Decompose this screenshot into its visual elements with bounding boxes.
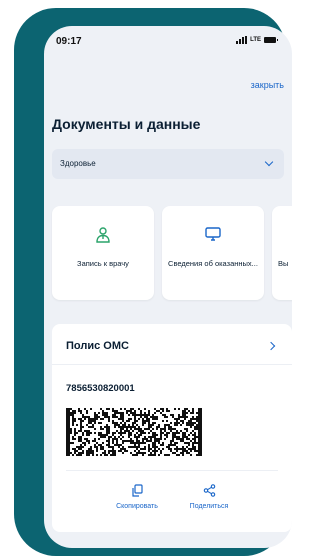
- oms-policy-title[interactable]: Полис ОМС: [66, 340, 129, 352]
- close-link[interactable]: закрыть: [251, 80, 284, 90]
- card-partial[interactable]: Вы: [272, 206, 292, 300]
- copy-button[interactable]: Скопировать: [102, 484, 172, 510]
- card-label: Вы: [278, 259, 289, 268]
- system-icons: LTE: [236, 36, 278, 44]
- card-label: Запись к врачу: [77, 259, 129, 268]
- share-label: Поделиться: [189, 503, 229, 510]
- copy-label: Скопировать: [116, 503, 158, 510]
- phone-frame: 09:17 LTE закрыть Документы и данные Здо…: [14, 8, 292, 556]
- battery-icon: [264, 37, 278, 43]
- card-doctor-appointment[interactable]: Запись к врачу: [52, 206, 154, 300]
- status-time: 09:17: [56, 36, 82, 47]
- category-select-value: Здоровье: [60, 159, 96, 168]
- services-carousel: Запись к врачу Сведения об оказанных... …: [52, 206, 292, 300]
- share-button[interactable]: Поделиться: [174, 484, 244, 510]
- barcode-image: [66, 408, 202, 456]
- network-label: LTE: [250, 37, 261, 43]
- copy-icon: [132, 484, 143, 497]
- monitor-icon: [204, 226, 222, 247]
- chevron-right-icon[interactable]: [266, 341, 276, 351]
- doctor-icon: [95, 226, 111, 249]
- divider: [52, 364, 292, 365]
- card-services-info[interactable]: Сведения об оказанных...: [162, 206, 264, 300]
- oms-policy-card: Полис ОМС 7856530820001 Скопировать Поде…: [52, 324, 292, 532]
- page-title: Документы и данные: [52, 116, 201, 132]
- policy-actions: Скопировать Поделиться: [52, 484, 292, 524]
- signal-icon: [236, 36, 248, 44]
- oms-policy-number: 7856530820001: [66, 383, 135, 394]
- divider: [66, 470, 278, 471]
- share-icon: [203, 484, 215, 497]
- category-select[interactable]: Здоровье: [52, 149, 284, 179]
- chevron-down-icon: [264, 157, 274, 167]
- card-label: Сведения об оказанных...: [168, 259, 258, 268]
- app-screen: 09:17 LTE закрыть Документы и данные Здо…: [44, 26, 292, 548]
- status-bar: 09:17 LTE: [44, 26, 292, 60]
